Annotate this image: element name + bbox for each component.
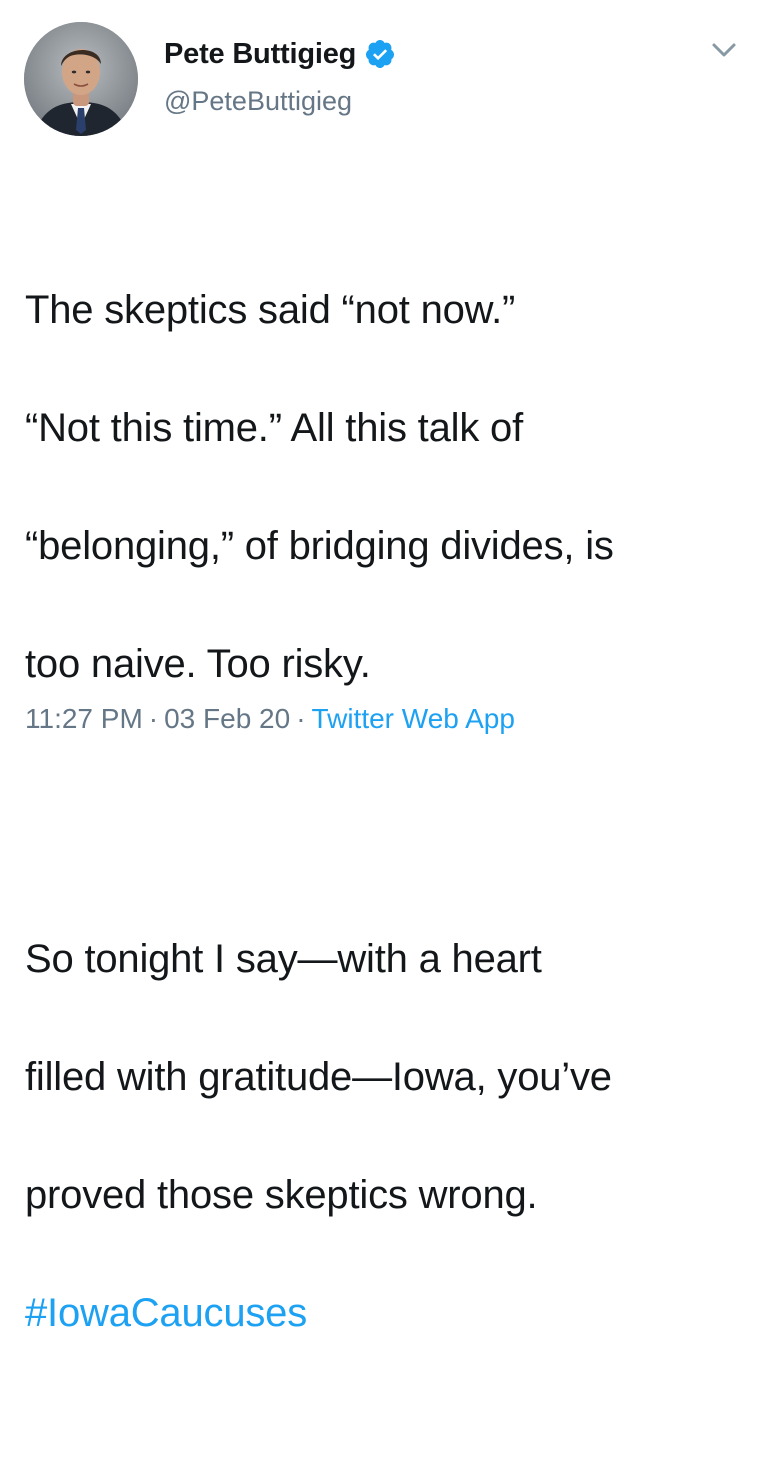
- tweet-date[interactable]: 03 Feb 20: [164, 703, 290, 734]
- tweet-line: too naive. Too risky.: [25, 642, 371, 686]
- meta-separator: ·: [296, 703, 306, 734]
- tweet-time[interactable]: 11:27 PM: [25, 703, 143, 734]
- user-name-row: Pete Buttigieg: [164, 34, 396, 74]
- tweet-text: The skeptics said “not now.” “Not this t…: [25, 163, 745, 1461]
- display-name[interactable]: Pete Buttigieg: [164, 38, 356, 71]
- tweet-line: So tonight I say—with a heart: [25, 937, 542, 981]
- hashtag-line: #IowaCaucuses: [25, 1284, 745, 1343]
- tweet-meta: 11:27 PM · 03 Feb 20 · Twitter Web App: [25, 703, 515, 735]
- hashtag-link[interactable]: #IowaCaucuses: [25, 1291, 307, 1335]
- tweet-line: “Not this time.” All this talk of: [25, 406, 523, 450]
- avatar[interactable]: [24, 22, 138, 136]
- tweet-line: “belonging,” of bridging divides, is: [25, 524, 614, 568]
- verified-badge-icon: [364, 38, 396, 70]
- profile-photo-icon: [24, 22, 138, 136]
- tweet-line: proved those skeptics wrong.: [25, 1173, 538, 1217]
- tweet-paragraph-2: So tonight I say—with a heart filled wit…: [25, 871, 745, 1402]
- chevron-down-icon[interactable]: [707, 38, 741, 62]
- tweet-card: Pete Buttigieg @PeteButtigieg The skepti…: [0, 0, 760, 1335]
- tweet-line: The skeptics said “not now.”: [25, 288, 516, 332]
- tweet-line: filled with gratitude—Iowa, you’ve: [25, 1055, 612, 1099]
- user-handle[interactable]: @PeteButtigieg: [164, 86, 352, 117]
- tweet-paragraph-1: The skeptics said “not now.” “Not this t…: [25, 222, 745, 753]
- tweet-source-link[interactable]: Twitter Web App: [312, 703, 515, 734]
- meta-separator: ·: [148, 703, 159, 734]
